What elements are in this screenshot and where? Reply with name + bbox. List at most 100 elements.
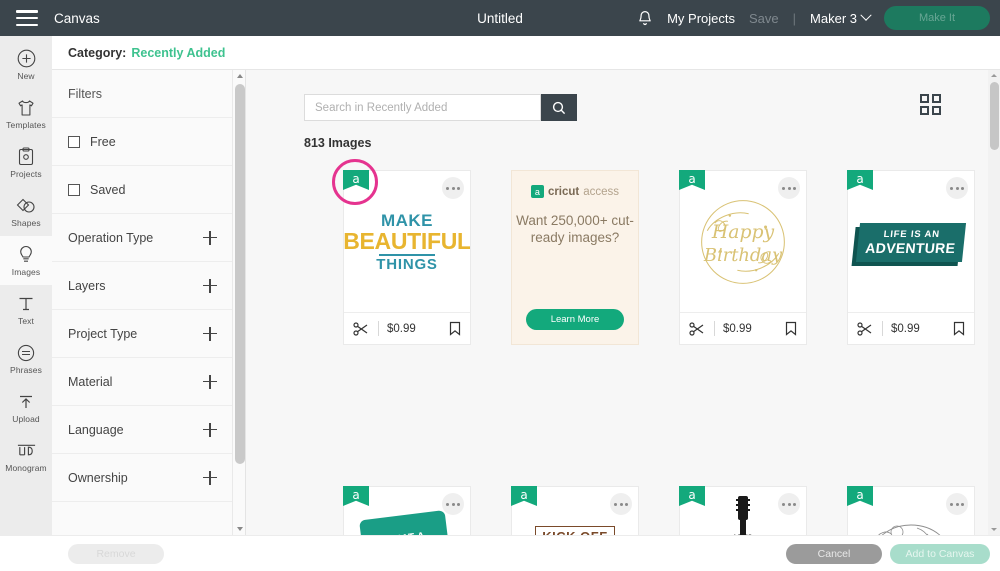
sidebar-item-projects[interactable]: Projects — [0, 138, 52, 187]
cancel-button[interactable]: Cancel — [786, 543, 882, 564]
sidebar-item-shapes[interactable]: Shapes — [0, 187, 52, 236]
machine-selector[interactable]: Maker 3 — [810, 9, 872, 26]
sidebar-label-projects: Projects — [10, 169, 42, 179]
sidebar-label-text: Text — [18, 316, 34, 326]
scissors-icon — [689, 321, 706, 336]
access-badge-letter: a — [856, 172, 864, 186]
category-label: Category: — [68, 45, 127, 60]
grid-view-icon[interactable] — [920, 94, 942, 116]
add-to-canvas-button[interactable]: Add to Canvas — [890, 543, 990, 564]
machine-label: Maker 3 — [810, 10, 857, 26]
search-input[interactable] — [304, 94, 541, 121]
card-more-options-icon[interactable] — [442, 493, 464, 515]
text-t-icon — [16, 293, 37, 314]
filters-panel: Filters Free Saved Operation Type Layers… — [52, 70, 234, 535]
scissors-icon — [857, 321, 874, 336]
image-card-life-is-an-adventure[interactable]: a LIFE IS AN ADVENTURE $0.99 — [847, 170, 975, 345]
filter-material[interactable]: Material — [52, 358, 233, 406]
happy-birthday-script-art: Happy Birthday — [701, 200, 785, 284]
card-footer: $0.99 — [344, 312, 470, 344]
filter-free[interactable]: Free — [52, 118, 233, 166]
canvas-label[interactable]: Canvas — [54, 11, 100, 26]
image-results-grid: a MAKE BEAUTIFUL THINGS $0.99 a cricut a… — [332, 159, 988, 571]
checkbox-saved[interactable] — [68, 183, 80, 196]
card-more-options-icon[interactable] — [778, 177, 800, 199]
scroll-up-arrow-icon[interactable] — [233, 70, 247, 82]
artwork-line-3: THINGS — [376, 256, 438, 273]
cricut-access-logo: a cricut access — [530, 185, 619, 198]
save-button[interactable]: Save — [749, 11, 779, 26]
top-bar-right: My Projects Save | Maker 3 Make It — [637, 6, 1000, 30]
filter-ownership[interactable]: Ownership — [52, 454, 233, 502]
hamburger-menu-icon[interactable] — [16, 10, 38, 26]
cricut-access-promo-card[interactable]: a cricut access Want 250,000+ cut-ready … — [511, 170, 639, 345]
search-bar — [304, 94, 577, 121]
search-button[interactable] — [541, 94, 577, 121]
left-tool-rail: New Templates Projects Shapes Images Tex… — [0, 36, 52, 571]
cricut-access-badge: a — [343, 486, 369, 512]
access-logo-letter: a — [530, 185, 544, 198]
card-more-options-icon[interactable] — [610, 493, 632, 515]
cricut-access-badge: a — [847, 170, 873, 196]
expand-plus-icon[interactable] — [203, 374, 217, 389]
scroll-up-arrow-icon[interactable] — [988, 70, 1000, 81]
bookmark-icon[interactable] — [449, 321, 461, 336]
card-more-options-icon[interactable] — [442, 177, 464, 199]
image-card-happy-birthday[interactable]: a Happy Birthday $0.99 — [679, 170, 807, 345]
expand-plus-icon[interactable] — [203, 422, 217, 437]
expand-plus-icon[interactable] — [203, 470, 217, 485]
card-more-options-icon[interactable] — [946, 177, 968, 199]
sidebar-item-phrases[interactable]: Phrases — [0, 334, 52, 383]
filters-scrollbar[interactable] — [232, 70, 246, 535]
expand-plus-icon[interactable] — [203, 230, 217, 245]
access-badge-letter: a — [352, 488, 360, 502]
results-scrollbar[interactable] — [988, 70, 1000, 535]
expand-plus-icon[interactable] — [203, 278, 217, 293]
sidebar-label-templates: Templates — [6, 120, 46, 130]
results-count: 813 Images — [304, 136, 372, 150]
artwork-line-2: ADVENTURE — [864, 239, 957, 256]
notification-bell-icon[interactable] — [637, 10, 653, 27]
filter-project-type[interactable]: Project Type — [52, 310, 233, 358]
learn-more-button[interactable]: Learn More — [526, 309, 624, 330]
access-badge-letter: a — [688, 488, 696, 502]
scroll-down-arrow-icon[interactable] — [233, 523, 247, 535]
sidebar-item-templates[interactable]: Templates — [0, 89, 52, 138]
sidebar-item-images[interactable]: Images — [0, 236, 52, 285]
image-card-make-beautiful-things[interactable]: a MAKE BEAUTIFUL THINGS $0.99 — [332, 159, 471, 345]
promo-headline: Want 250,000+ cut-ready images? — [516, 213, 634, 245]
bookmark-icon[interactable] — [953, 321, 965, 336]
remove-button[interactable]: Remove — [68, 543, 164, 564]
sidebar-item-upload[interactable]: Upload — [0, 383, 52, 432]
sidebar-item-text[interactable]: Text — [0, 285, 52, 334]
artwork-line-2: BEAUTIFUL — [344, 228, 470, 254]
lightbulb-icon — [16, 244, 37, 265]
speech-bubble-icon — [16, 342, 37, 363]
filter-operation-type[interactable]: Operation Type — [52, 214, 233, 262]
sidebar-label-upload: Upload — [12, 414, 40, 424]
scroll-down-arrow-icon[interactable] — [988, 524, 1000, 535]
card-more-options-icon[interactable] — [778, 493, 800, 515]
results-scrollbar-thumb[interactable] — [989, 82, 999, 150]
svg-text:Happy: Happy — [711, 222, 775, 243]
checkbox-free[interactable] — [68, 135, 80, 148]
expand-plus-icon[interactable] — [203, 326, 217, 341]
card-footer: $0.99 — [680, 312, 806, 344]
cricut-access-badge: a — [343, 170, 369, 196]
clipboard-icon — [16, 146, 37, 167]
filter-language[interactable]: Language — [52, 406, 233, 454]
category-value[interactable]: Recently Added — [131, 46, 225, 60]
sidebar-item-new[interactable]: New — [0, 40, 52, 89]
sidebar-label-new: New — [17, 71, 35, 81]
category-header: Category: Recently Added — [52, 36, 1000, 70]
sidebar-item-monogram[interactable]: Monogram — [0, 432, 52, 481]
filter-saved[interactable]: Saved — [52, 166, 233, 214]
filter-layers[interactable]: Layers — [52, 262, 233, 310]
footer-divider — [378, 321, 379, 336]
make-it-button[interactable]: Make It — [884, 6, 990, 30]
card-more-options-icon[interactable] — [946, 493, 968, 515]
my-projects-link[interactable]: My Projects — [667, 11, 735, 26]
bookmark-icon[interactable] — [785, 321, 797, 336]
artwork-line-1: LIFE IS AN — [883, 228, 941, 240]
filters-scrollbar-thumb[interactable] — [235, 84, 245, 464]
